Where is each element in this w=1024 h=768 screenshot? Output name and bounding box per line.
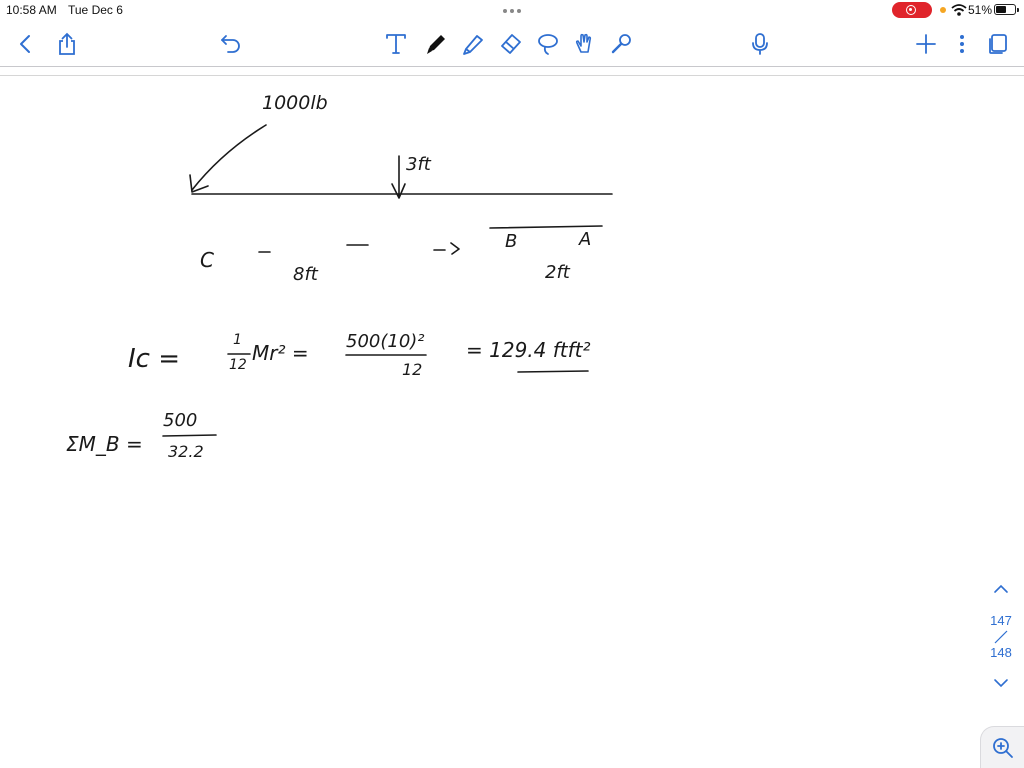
total-pages: 148 xyxy=(990,645,1012,660)
dist-8ft-label: 8ft xyxy=(293,264,318,285)
microphone-button[interactable] xyxy=(744,22,776,66)
eraser-tool-button[interactable] xyxy=(495,22,527,66)
toolbar-divider xyxy=(0,66,1024,67)
ic-frac-num: 1 xyxy=(233,332,242,348)
battery-percent: 51% xyxy=(968,3,993,17)
handwriting-strokes xyxy=(162,124,613,437)
ic-result: = 129.4 ftft² xyxy=(466,338,591,362)
undo-icon xyxy=(221,35,240,53)
ic-den: 12 xyxy=(402,360,423,379)
pen-icon xyxy=(427,35,445,54)
plus-icon xyxy=(916,34,936,54)
status-date: Tue Dec 6 xyxy=(68,3,123,17)
current-page: 147 xyxy=(990,613,1012,628)
status-time: 10:58 AM xyxy=(6,3,57,17)
share-icon xyxy=(59,32,75,55)
multitasking-dots-icon[interactable] xyxy=(500,4,524,18)
text-tool-button[interactable] xyxy=(380,22,412,66)
undo-button[interactable] xyxy=(215,22,247,66)
pen-tool-button[interactable] xyxy=(420,22,452,66)
add-page-button[interactable] xyxy=(910,22,942,66)
sum-num: 500 xyxy=(163,410,198,431)
screen-recording-icon[interactable] xyxy=(892,2,932,18)
wifi-icon xyxy=(951,4,967,16)
more-icon xyxy=(960,35,964,53)
force-arrow-shaft xyxy=(191,124,267,191)
laser-pointer-icon xyxy=(611,34,631,54)
highlighter-icon xyxy=(463,35,483,55)
toolbar xyxy=(0,22,1024,66)
label-a: A xyxy=(579,229,592,250)
dim-arrow xyxy=(433,242,460,255)
result-underline xyxy=(517,370,589,373)
lasso-icon xyxy=(538,34,558,55)
ic-frac-den: 12 xyxy=(229,357,247,373)
page-separator xyxy=(994,630,1008,644)
pages-button[interactable] xyxy=(982,22,1014,66)
page-navigator: 147 148 xyxy=(984,578,1018,688)
shapes-icon xyxy=(575,33,592,53)
zoom-button[interactable] xyxy=(980,726,1024,768)
ic-mr2: Mr² = xyxy=(252,341,309,365)
dist-3ft-label: 3ft xyxy=(406,154,431,175)
ic-lhs: Ic = xyxy=(128,344,181,374)
pages-icon xyxy=(989,34,1007,54)
sum-den: 32.2 xyxy=(168,442,204,461)
mic-in-use-dot xyxy=(940,7,946,13)
more-button[interactable] xyxy=(946,22,978,66)
force-label: 1000lb xyxy=(262,92,328,114)
sum-lhs: ΣM_B = xyxy=(66,432,143,456)
chevron-left-icon xyxy=(20,35,30,53)
note-canvas[interactable]: 1000lb 3ft C 8ft B A 2ft Ic = 1 12 Mr² =… xyxy=(0,76,1024,768)
lasso-tool-button[interactable] xyxy=(532,22,564,66)
microphone-icon xyxy=(752,33,768,55)
down-arrow xyxy=(391,155,406,199)
share-button[interactable] xyxy=(51,22,83,66)
highlighter-tool-button[interactable] xyxy=(457,22,489,66)
status-bar: 10:58 AM Tue Dec 6 51% xyxy=(0,0,1024,22)
chevron-up-icon[interactable] xyxy=(992,582,1010,596)
shapes-tool-button[interactable] xyxy=(569,22,601,66)
laser-pointer-button[interactable] xyxy=(606,22,638,66)
zoom-in-icon xyxy=(993,738,1013,758)
dim-line-ba xyxy=(489,225,603,229)
eraser-icon xyxy=(501,34,521,54)
label-c: C xyxy=(200,248,214,272)
frac-bar-3 xyxy=(162,434,217,437)
ic-num: 500(10)² xyxy=(346,331,425,352)
chevron-down-icon[interactable] xyxy=(992,676,1010,690)
battery-icon xyxy=(994,4,1019,15)
back-button[interactable] xyxy=(9,22,41,66)
label-b: B xyxy=(505,231,518,252)
dist-2ft-label: 2ft xyxy=(545,262,570,283)
text-tool-icon xyxy=(386,34,406,54)
